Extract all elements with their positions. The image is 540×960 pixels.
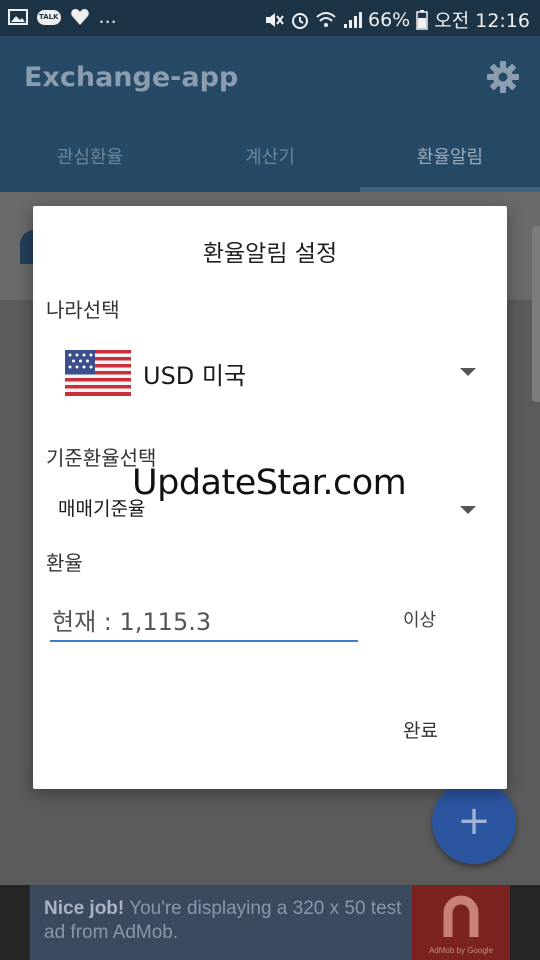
alarm-icon	[292, 12, 308, 29]
tab-bar: 관심환율 계산기 환율알림	[0, 128, 540, 188]
rate-label: 환율	[46, 551, 83, 575]
ad-content[interactable]: Nice job! You're displaying a 320 x 50 t…	[30, 885, 510, 960]
scrollbar	[532, 226, 540, 402]
battery-percent: 66%	[368, 8, 411, 31]
ad-banner[interactable]: Nice job! You're displaying a 320 x 50 t…	[0, 885, 540, 960]
app-bar: Exchange-app 관심환율 계산기 환율알림	[0, 36, 540, 192]
above-button[interactable]: 이상	[403, 606, 436, 632]
country-dropdown[interactable]: USD 미국	[46, 342, 476, 402]
more-notifications: ...	[98, 6, 117, 28]
country-select-label: 나라선택	[46, 298, 120, 322]
signal-icon	[344, 11, 362, 28]
watermark: UpdateStar.com	[132, 463, 407, 503]
country-value: USD 미국	[143, 362, 247, 390]
bell-icon	[20, 230, 34, 264]
admob-label: AdMob by Google	[428, 946, 494, 955]
us-flag-icon	[65, 350, 131, 396]
heart-icon	[70, 9, 89, 25]
gear-icon[interactable]	[486, 60, 520, 94]
admob-logo: AdMob by Google	[412, 885, 510, 960]
mute-icon	[266, 12, 284, 27]
status-bar: TALK ... 66% 오전 12:16	[0, 0, 540, 36]
clock: 오전 12:16	[434, 10, 530, 32]
chevron-down-icon	[460, 506, 476, 514]
app-title: Exchange-app	[24, 62, 239, 93]
ad-text: Nice job! You're displaying a 320 x 50 t…	[44, 897, 404, 945]
plus-icon: +	[457, 798, 491, 844]
admob-icon	[443, 895, 479, 937]
tab-calculator[interactable]: 계산기	[180, 128, 360, 188]
tab-favorite-rates[interactable]: 관심환율	[0, 128, 180, 188]
chevron-down-icon	[460, 368, 476, 376]
add-alert-button[interactable]: +	[432, 780, 516, 864]
dialog-title: 환율알림 설정	[202, 241, 338, 267]
wifi-icon	[316, 11, 336, 27]
tab-rate-alert[interactable]: 환율알림	[360, 128, 540, 188]
done-button[interactable]: 완료	[403, 716, 438, 743]
image-icon	[8, 9, 28, 25]
ad-bold-text: Nice job!	[44, 898, 125, 919]
battery-icon	[416, 9, 428, 30]
kakaotalk-icon: TALK	[37, 9, 61, 25]
rate-input[interactable]	[50, 598, 358, 642]
